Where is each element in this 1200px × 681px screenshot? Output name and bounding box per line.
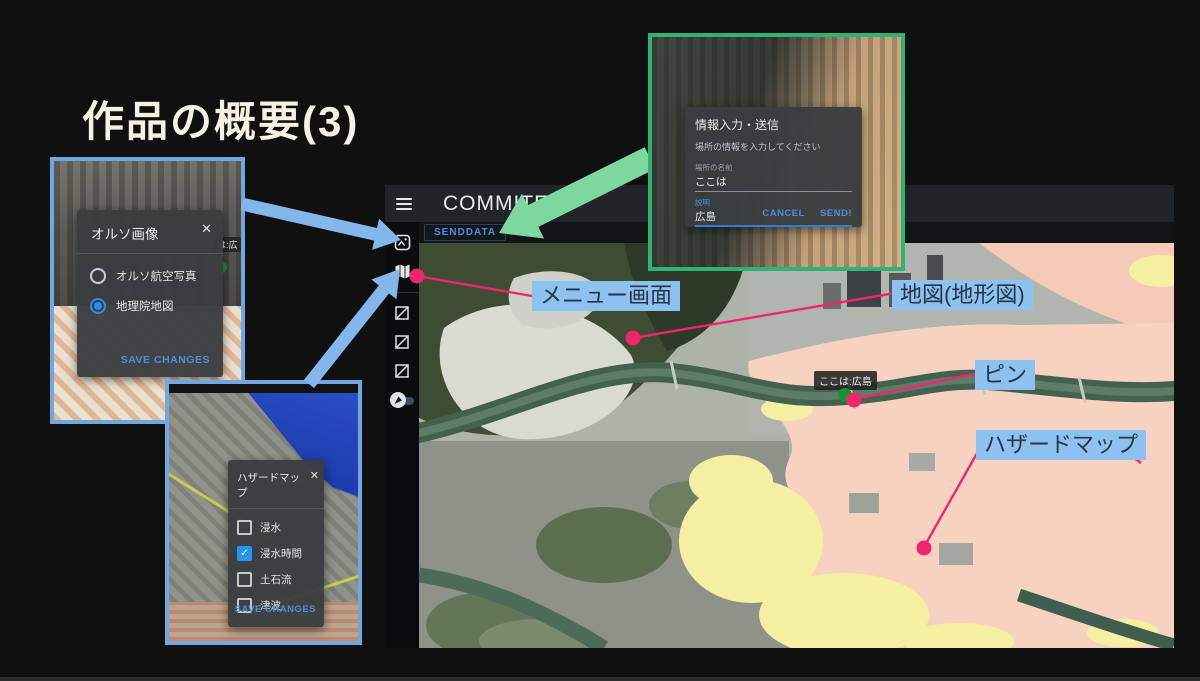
radio-ortho-aerial[interactable]: オルソ航空写真 — [90, 268, 223, 284]
radio-label: 地理院地図 — [116, 298, 174, 314]
send-dialog-title: 情報入力・送信 — [695, 116, 852, 133]
place-name-input[interactable]: ここは — [695, 174, 852, 189]
slide-title: 作品の概要(3) — [82, 88, 359, 149]
annotation-map-topographic: 地図(地形図) — [892, 280, 1033, 310]
slide-bottom-edge — [0, 677, 1200, 681]
checkbox-label: 浸水時間 — [260, 546, 302, 561]
checkbox-icon[interactable] — [237, 520, 252, 535]
send-dialog: 情報入力・送信 場所の情報を入力してください 場所の名前 ここは 説明 広島 C… — [685, 107, 862, 227]
checkbox-flood-time[interactable]: ✓ 浸水時間 — [237, 546, 324, 561]
sidebar — [385, 222, 419, 648]
save-changes-button[interactable]: SAVE CHANGES — [235, 604, 316, 615]
annotation-menu-screen: メニュー画面 — [532, 281, 680, 311]
menu-hamburger-icon[interactable] — [396, 195, 412, 213]
overlay-toggle-icon[interactable] — [393, 333, 411, 351]
image-basemap-icon[interactable] — [393, 233, 411, 251]
input-underline — [695, 191, 852, 192]
radio-icon[interactable] — [90, 268, 106, 284]
inset2-header-fragment — [169, 384, 358, 393]
radio-label: オルソ航空写真 — [116, 268, 197, 284]
radio-icon-selected[interactable] — [90, 298, 106, 314]
tab-senddata[interactable]: SENDDATA — [424, 224, 506, 241]
close-icon[interactable]: ✕ — [310, 469, 319, 482]
dialog-buttons: CANCEL SEND! — [762, 208, 852, 219]
cancel-button[interactable]: CANCEL — [762, 208, 805, 219]
screenshot-send-dialog: 情報入力・送信 場所の情報を入力してください 場所の名前 ここは 説明 広島 C… — [648, 33, 905, 271]
annotation-pin: ピン — [975, 360, 1035, 390]
app-title: COMMITEA — [443, 192, 564, 216]
map-icon[interactable] — [393, 262, 411, 280]
pin-tooltip: ここは:広島 — [814, 371, 877, 390]
sidebar-divider — [385, 292, 419, 293]
annotation-hazard-map: ハザードマップ — [976, 430, 1146, 460]
overlay-toggle-icon[interactable] — [393, 304, 411, 322]
send-dialog-subtitle: 場所の情報を入力してください — [695, 140, 852, 153]
overlay-toggle-icon[interactable] — [393, 362, 411, 380]
checkbox-label: 土石流 — [260, 572, 292, 587]
draw-pen-toggle-icon[interactable] — [389, 391, 415, 409]
slide: 作品の概要(3) COMMITEA — [0, 0, 1200, 681]
radio-gsi-map[interactable]: 地理院地図 — [90, 298, 223, 314]
screenshot-hazard-dialog: ハザードマップ ✕ 浸水 ✓ 浸水時間 土石流 津波 SAVE CHANGES — [165, 380, 362, 645]
divider — [77, 253, 223, 254]
checkbox-icon[interactable] — [237, 572, 252, 587]
field-label-place-name: 場所の名前 — [695, 162, 852, 173]
checkbox-debris-flow[interactable]: 土石流 — [237, 572, 324, 587]
divider — [228, 508, 324, 509]
checkbox-icon-checked[interactable]: ✓ — [237, 546, 252, 561]
close-icon[interactable]: ✕ — [201, 221, 212, 237]
ortho-dialog: オルソ画像 ✕ オルソ航空写真 地理院地図 SAVE CHANGES — [77, 210, 223, 377]
save-changes-button[interactable]: SAVE CHANGES — [121, 354, 210, 366]
hazard-dialog-title: ハザードマップ — [228, 460, 324, 508]
hazard-dialog: ハザードマップ ✕ 浸水 ✓ 浸水時間 土石流 津波 SAVE CHANGES — [228, 460, 324, 627]
send-button[interactable]: SEND! — [820, 208, 852, 219]
checkbox-flood[interactable]: 浸水 — [237, 520, 324, 535]
arrow-blue-to-basemap-icon — [241, 198, 401, 250]
checkbox-label: 浸水 — [260, 520, 281, 535]
field-label-description: 説明 — [695, 197, 852, 208]
input-underline-focused — [695, 225, 852, 227]
